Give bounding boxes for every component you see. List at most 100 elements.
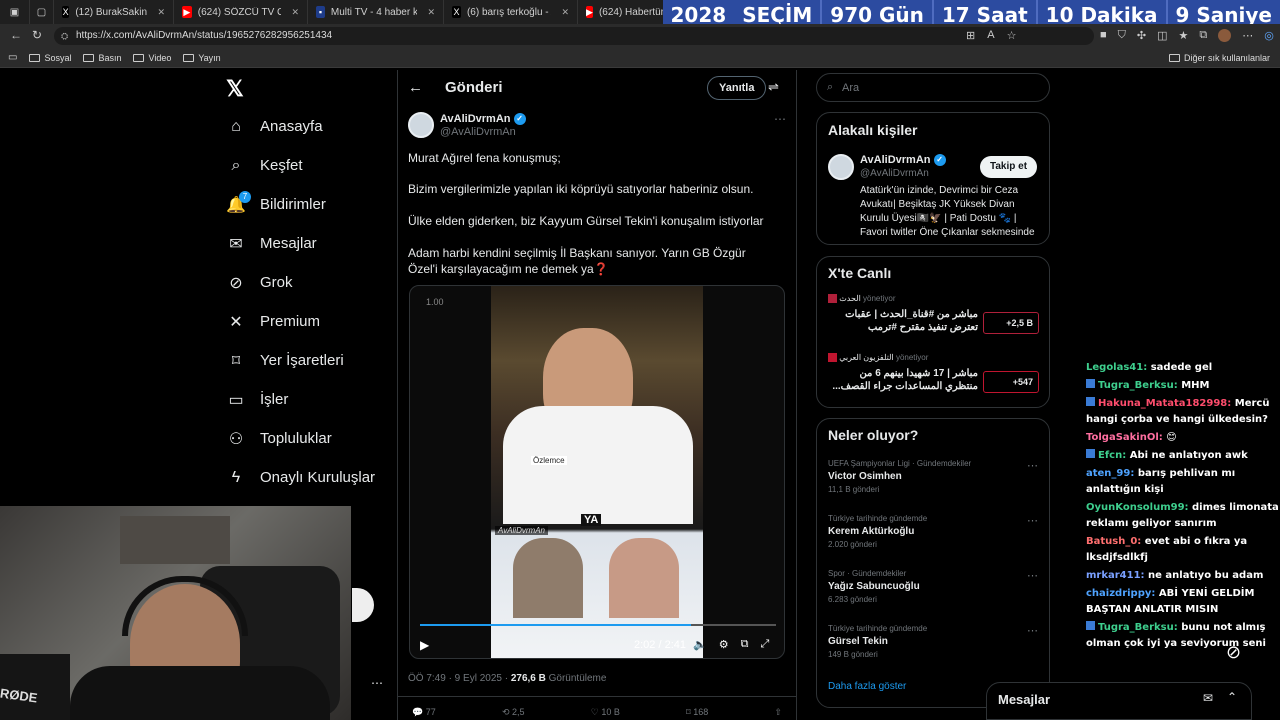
page-title: Gönderi xyxy=(445,79,503,96)
bookmark-basin[interactable]: Basın xyxy=(83,53,121,63)
split-screen-icon[interactable]: ◫ xyxy=(1157,29,1167,42)
live-item[interactable]: الحدث yönetiyor مباشر من #قناة_الحدث | عق… xyxy=(828,294,1042,353)
like-action[interactable]: ♡ 10 B xyxy=(591,707,620,718)
settings-sliders-icon[interactable]: ⇌ xyxy=(768,79,779,95)
browser-tab[interactable]: ▪ Multi TV - 4 haber kanalını ✕ xyxy=(308,0,444,24)
close-tab-icon[interactable]: ✕ xyxy=(427,7,435,18)
bookmark-yayin[interactable]: Yayın xyxy=(183,53,221,63)
messages-drawer[interactable]: Mesajlar ✉ ⌃ xyxy=(986,682,1252,720)
app-icon[interactable]: ⊞ xyxy=(966,29,975,42)
favorites-icon[interactable]: ★ xyxy=(1179,29,1189,42)
nav-item[interactable]: ⊘ Grok xyxy=(218,263,398,302)
browser-tab[interactable]: X (6) barış terkoğlu - Arama ✕ xyxy=(444,0,578,24)
reading-list-icon[interactable]: ▭ xyxy=(8,52,17,63)
related-avatar[interactable] xyxy=(828,154,854,180)
workspaces-icon[interactable]: ▣ xyxy=(0,0,30,24)
share-icon[interactable]: ⇧ xyxy=(774,707,782,718)
close-tab-icon[interactable]: ✕ xyxy=(291,7,299,18)
post-button-fragment[interactable] xyxy=(352,588,374,622)
trend-more-icon[interactable]: ⋯ xyxy=(1027,624,1038,637)
follow-button[interactable]: Takip et xyxy=(980,156,1038,178)
video-player[interactable]: 1.00 Özlemce YA AvAliDvrmAn ▶ 2:02 / 2:4… xyxy=(409,285,785,659)
collections-icon[interactable]: ⧉ xyxy=(1199,29,1207,42)
url-field[interactable]: ⛭ https://x.com/AvAliDvrmAn/status/19652… xyxy=(54,27,1094,45)
fullscreen-icon[interactable]: ⤢ xyxy=(760,638,769,651)
author-avatar[interactable] xyxy=(408,112,434,138)
live-host: الحدث xyxy=(839,294,861,303)
volume-icon[interactable]: 🔈 xyxy=(693,638,707,651)
trend-item[interactable]: Spor · Gündemdekiler Yağız Sabuncuoğlu 6.2… xyxy=(828,569,1042,624)
more-options-icon[interactable]: ⋯ xyxy=(774,112,786,126)
profile-avatar[interactable] xyxy=(1218,29,1232,42)
related-name-row[interactable]: AvAliDvrmAn ✓ xyxy=(860,154,946,167)
chat-text: MHM xyxy=(1181,380,1210,391)
trend-item[interactable]: Türkiye tarihinde gündemde Kerem Aktürkoğ… xyxy=(828,514,1042,569)
tab-title: (624) SÖZCÜ TV Canlı xyxy=(197,6,282,18)
briefcase-icon: ▭ xyxy=(228,391,244,409)
tab-overview-icon[interactable]: ▢ xyxy=(30,0,54,24)
close-tab-icon[interactable]: ✕ xyxy=(561,7,569,18)
author-name-row[interactable]: AvAliDvrmAn ✓ xyxy=(440,113,526,126)
trend-more-icon[interactable]: ⋯ xyxy=(1027,514,1038,527)
copilot-icon[interactable]: ◎ xyxy=(1264,29,1274,42)
play-icon[interactable]: ▶ xyxy=(420,638,429,652)
bookmark-action[interactable]: ⌑ 168 xyxy=(686,707,708,718)
puzzle-icon[interactable]: ✣ xyxy=(1137,29,1146,42)
name-overlay: Özlemce xyxy=(531,456,567,465)
nav-item[interactable]: ⌑ Yer İşaretleri xyxy=(218,341,398,380)
close-tab-icon[interactable]: ✕ xyxy=(157,7,165,18)
extension-icon[interactable]: ■ xyxy=(1100,29,1107,42)
live-host: التلفزيون العربي xyxy=(839,353,894,362)
reply-action[interactable]: 💬 77 xyxy=(412,707,436,718)
browser-tab[interactable]: ▶ (624) SÖZCÜ TV Canlı ✕ xyxy=(174,0,308,24)
reload-icon[interactable]: ↻ xyxy=(32,28,42,42)
shield-icon[interactable]: ⛉ xyxy=(1118,29,1126,42)
nav-item[interactable]: 🔔 7 Bildirimler xyxy=(218,185,398,224)
repost-action[interactable]: ⟲ 2,5 xyxy=(502,707,525,718)
nav-item[interactable]: ⚇ Topluluklar xyxy=(218,419,398,458)
back-icon[interactable]: ← xyxy=(10,28,22,42)
post-p3: Ülke elden giderken, biz Kayyum Gürsel T… xyxy=(408,214,764,228)
site-info-icon[interactable]: ⛭ xyxy=(61,27,68,45)
folder-icon xyxy=(133,53,145,62)
bookmark-sosyal[interactable]: Sosyal xyxy=(29,53,71,63)
show-more-link[interactable]: Daha fazla göster xyxy=(828,681,906,692)
trend-count: 11,1 B gönderi xyxy=(828,485,880,494)
video-progress-track[interactable] xyxy=(420,624,776,626)
reply-icon: 💬 xyxy=(412,707,424,717)
nav-item[interactable]: ✕ Premium xyxy=(218,302,398,341)
browser-tab[interactable]: X (12) BurakSakinOl (@bura ✕ xyxy=(54,0,174,24)
x-logo-icon[interactable]: 𝕏 xyxy=(226,76,244,102)
bookmark-video[interactable]: Video xyxy=(133,53,171,63)
account-more-icon[interactable]: ⋯ xyxy=(371,676,383,690)
reply-button[interactable]: Yanıtla xyxy=(707,76,767,100)
chat-username: Legolas41: xyxy=(1086,362,1148,373)
nav-item[interactable]: ▭ İşler xyxy=(218,380,398,419)
search-box[interactable]: ⌕ Ara xyxy=(816,73,1050,102)
more-icon[interactable]: ⋯ xyxy=(1242,29,1253,42)
settings-icon[interactable]: ⚙ xyxy=(719,638,729,651)
nav-item[interactable]: ✉ Mesajlar xyxy=(218,224,398,263)
chat-username: TolgaSakinOl: xyxy=(1086,432,1163,443)
search-input[interactable]: Ara xyxy=(842,82,859,94)
nav-item[interactable]: ⌂ Anasayfa xyxy=(218,107,398,146)
nav-item[interactable]: ⌕ Keşfet xyxy=(218,146,398,185)
read-aloud-icon[interactable]: A xyxy=(987,29,994,42)
live-item[interactable]: التلفزيون العربي yönetiyor مباشر | 17 شهي… xyxy=(828,353,1042,412)
trend-item[interactable]: UEFA Şampiyonlar Ligi · Gündemdekiler Vic… xyxy=(828,459,1042,514)
other-bookmarks[interactable]: Diğer sık kullanılanlar xyxy=(1168,53,1270,63)
nav-item[interactable]: ϟ Onaylı Kuruluşlar xyxy=(218,458,398,497)
back-arrow-icon[interactable]: ← xyxy=(408,79,423,96)
messages-drawer-title: Mesajlar xyxy=(998,692,1051,707)
new-message-icon[interactable]: ✉ xyxy=(1203,691,1213,705)
trend-more-icon[interactable]: ⋯ xyxy=(1027,569,1038,582)
picture-in-picture-icon[interactable]: ⧉ xyxy=(741,638,749,651)
nav-label: Grok xyxy=(260,274,293,291)
trend-more-icon[interactable]: ⋯ xyxy=(1027,459,1038,472)
verified-badge-icon: ✓ xyxy=(513,113,526,126)
chat-message: Efcn: Abi ne anlatıyon awk xyxy=(1086,448,1280,464)
collapse-icon[interactable]: ⌃ xyxy=(1227,690,1237,704)
favorite-star-icon[interactable]: ☆ xyxy=(1007,29,1017,42)
playback-speed: 1.00 xyxy=(426,297,444,307)
trend-item[interactable]: Türkiye tarihinde gündemde Gürsel Tekin 14… xyxy=(828,624,1042,679)
